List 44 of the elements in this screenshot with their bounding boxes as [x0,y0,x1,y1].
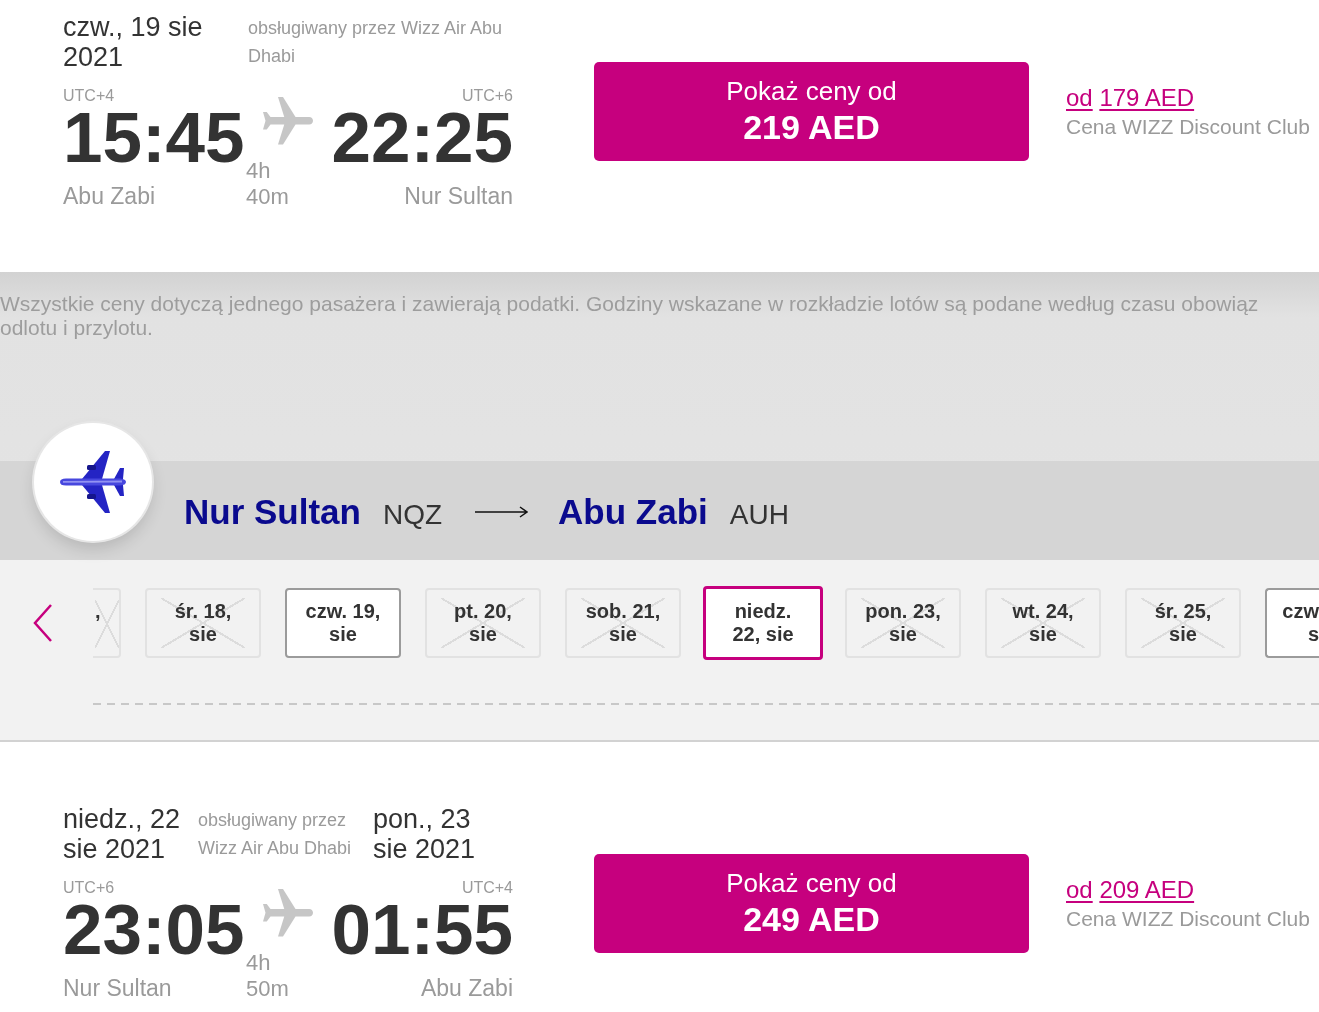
show-prices-button[interactable]: Pokaż ceny od 249 AED [594,853,1029,953]
arrival-timezone: UTC+6 [461,87,513,105]
departure-date: czw., 19 sie 2021 [63,12,204,72]
departure-city: Abu Zabi [63,182,156,210]
date-tab[interactable]: wt. 24, sie [985,588,1101,658]
club-price-link[interactable]: od 179 AED [1066,82,1195,113]
departure-timezone: UTC+4 [63,87,115,105]
origin-city: Nur Sultan [184,491,361,532]
date-tab[interactable]: śr. 18, sie [145,588,261,658]
show-prices-button[interactable]: Pokaż ceny od 219 AED [594,61,1029,161]
departure-timezone: UTC+6 [63,879,115,897]
flight-duration: 4h 50m [245,950,290,1002]
date-tab[interactable]: , [93,588,121,658]
date-tab[interactable]: niedz. 22, sie [703,586,823,660]
arrival-time: 22:25 [331,102,513,173]
origin-code: NQZ [382,497,443,532]
club-price-label: Cena WIZZ Discount Club [1066,113,1310,140]
arrival-city: Nur Sultan [404,182,513,210]
date-tab[interactable]: pon. 23, sie [845,588,961,658]
arrival-date: pon., 23 sie 2021 [373,804,477,864]
arrival-city: Abu Zabi [420,974,513,1002]
date-tab[interactable]: sob. 21, sie [565,588,681,658]
departure-city: Nur Sultan [63,974,172,1002]
date-tab[interactable]: śr. 25, sie [1125,588,1241,658]
flight-duration: 4h 40m [245,158,290,210]
arrival-timezone: UTC+4 [461,879,513,897]
departure-time: 15:45 [63,102,245,173]
price-notice: Wszystkie ceny dotyczą jednego pasażera i zawierają podatki. Godziny wskazane w rozkładzie lotów są podane według czasu obowiąz odlotu i przylotu. [0,292,1259,340]
date-tab[interactable]: czw s [1265,588,1319,658]
destination-city: Abu Zabi [558,491,708,532]
departure-date: niedz., 22 sie 2021 [63,804,182,864]
arrow-right-icon [475,505,529,518]
operator-note: obsługiwany przez Wizz Air Abu Dhabi [248,17,504,68]
arrival-time: 01:55 [331,894,513,965]
date-tab[interactable]: czw. 19, sie [285,588,401,658]
airplane-icon [263,97,313,147]
airplane-icon [263,889,313,939]
departure-time: 23:05 [63,894,245,965]
chevron-left-icon[interactable] [33,604,53,642]
club-price-link[interactable]: od 209 AED [1066,874,1195,905]
destination-code: AUH [729,497,789,532]
club-price-label: Cena WIZZ Discount Club [1066,905,1310,932]
date-tab[interactable]: pt. 20, sie [425,588,541,658]
operator-note: obsługiwany przez Wizz Air Abu Dhabi [198,809,353,860]
